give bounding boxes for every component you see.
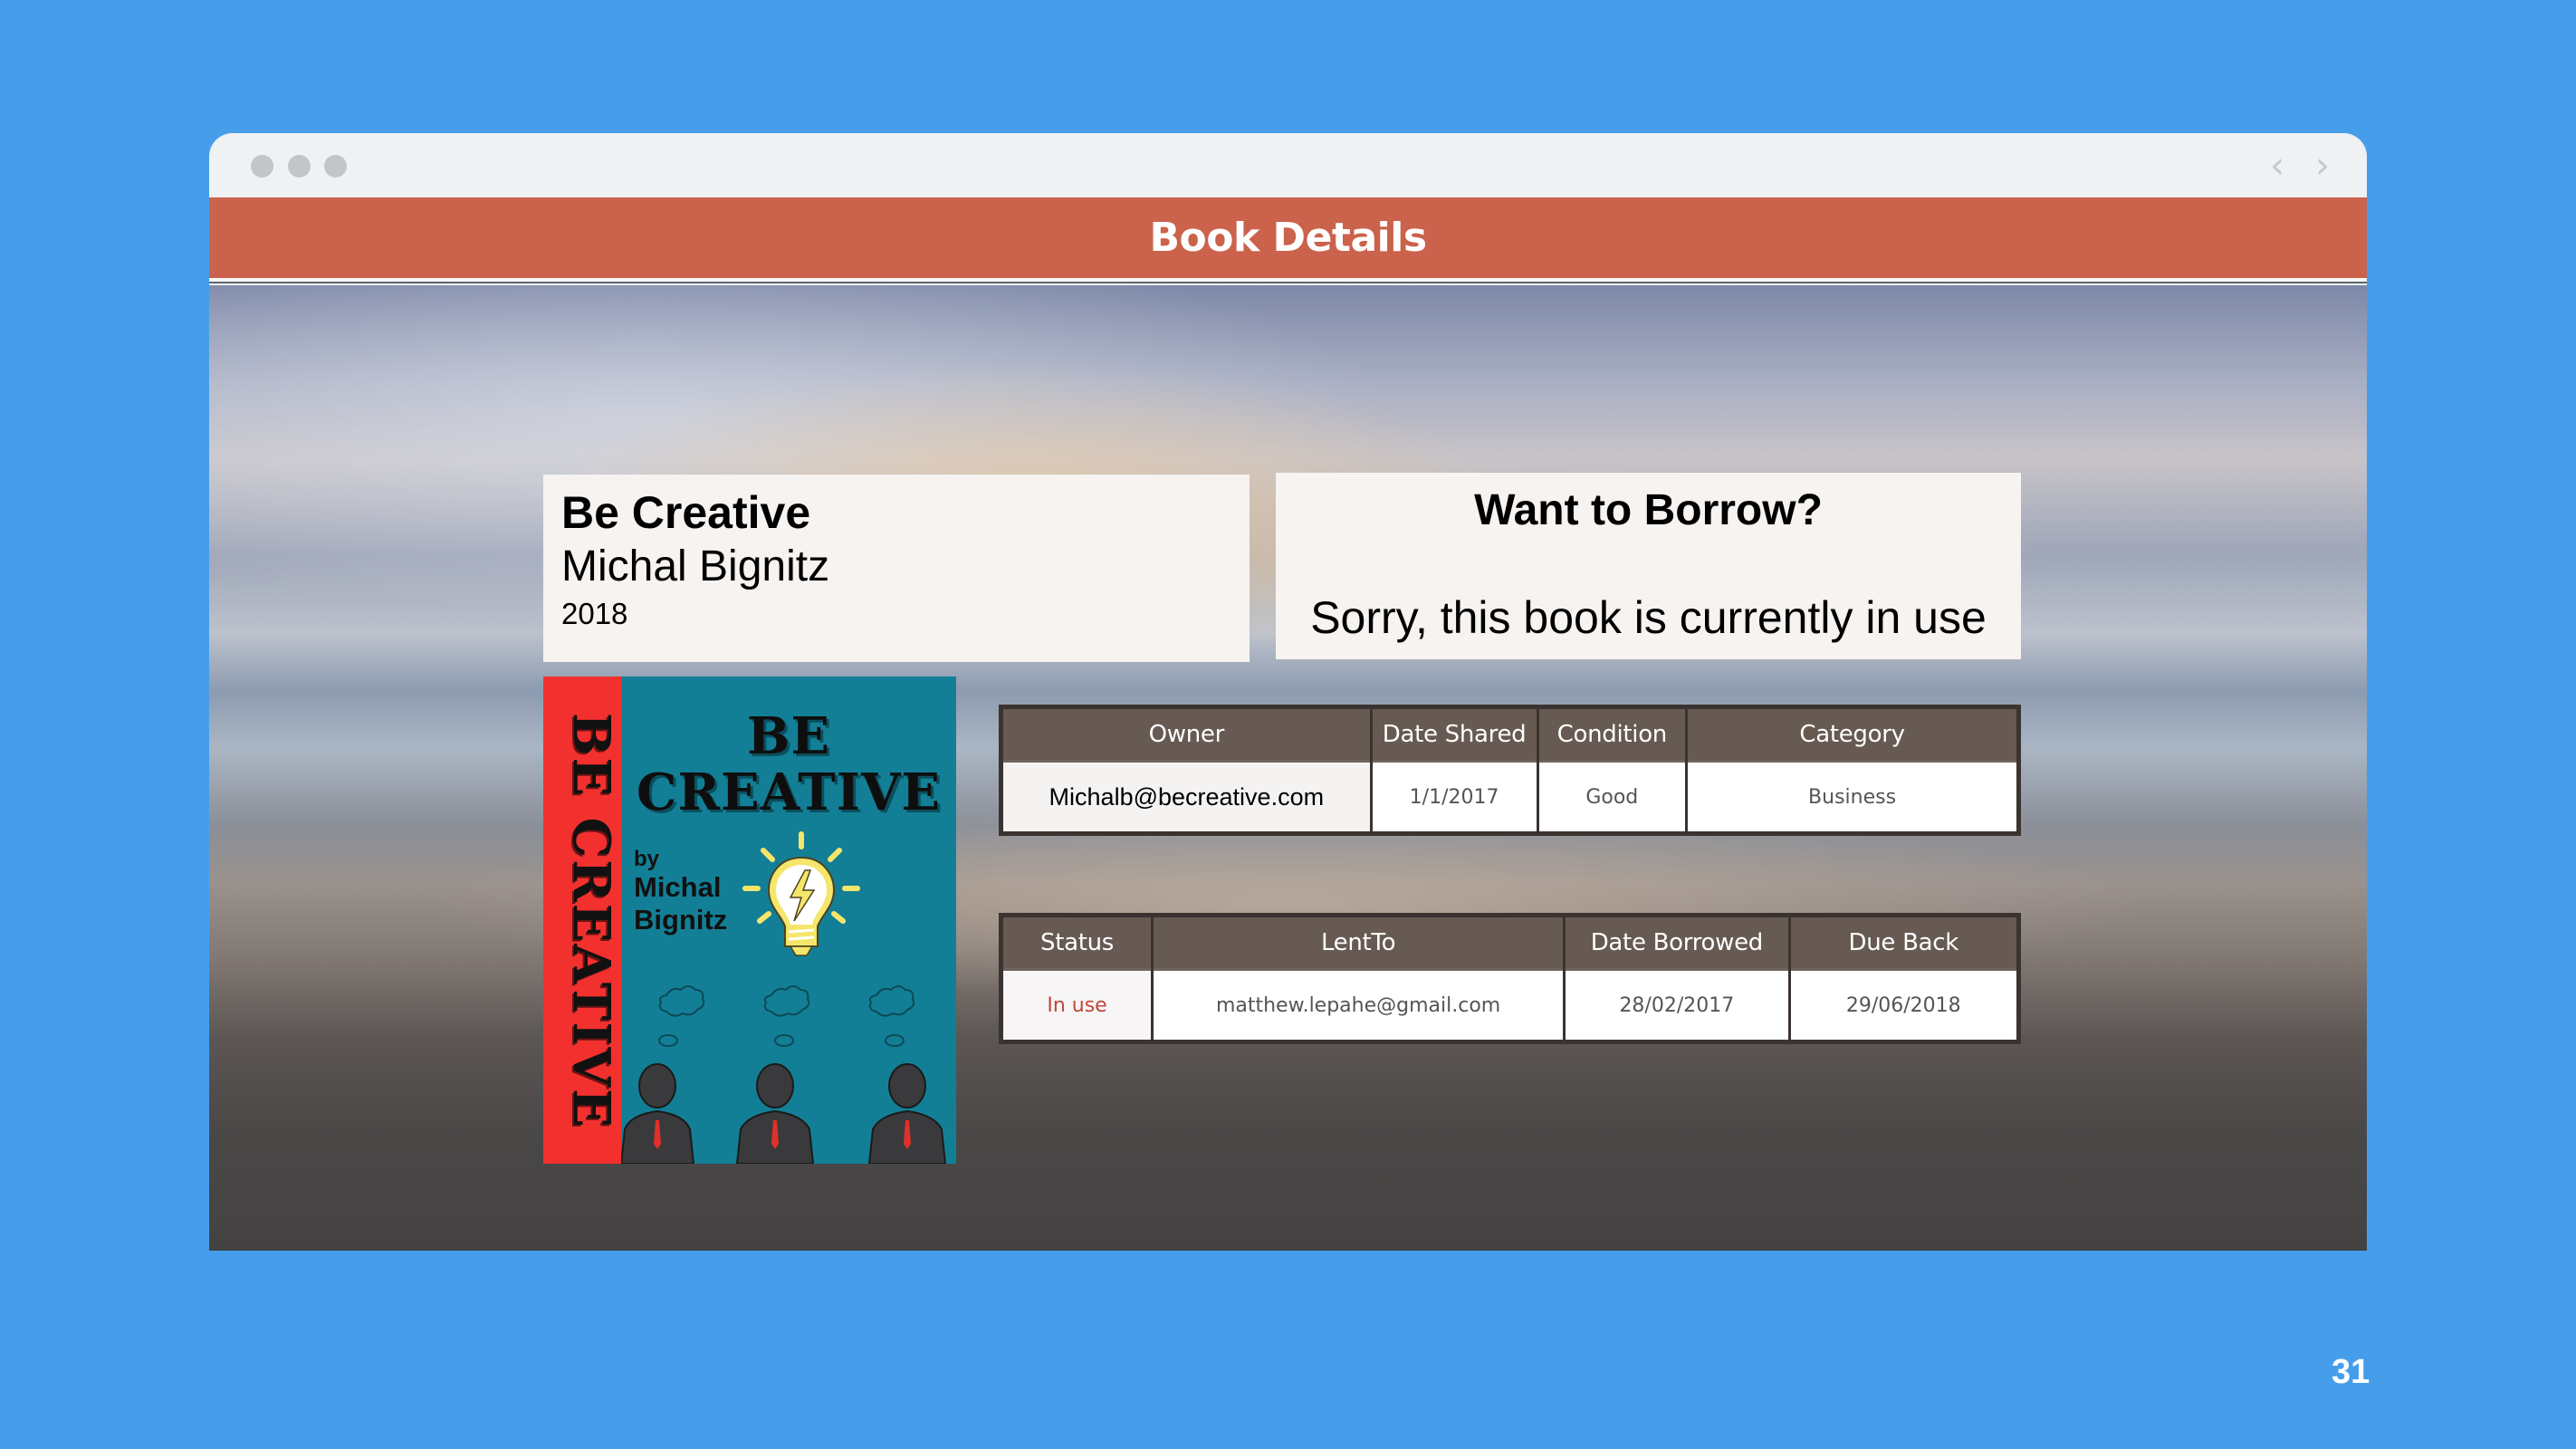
status-cell: In use [1001, 968, 1154, 1042]
page-title: Book Details [1149, 215, 1427, 261]
condition-cell: Good [1537, 760, 1689, 834]
header-divider [209, 278, 2367, 283]
borrow-card: Want to Borrow? Sorry, this book is curr… [1276, 473, 2021, 659]
column-header-category: Category [1686, 706, 2019, 762]
beach-background-image: Be Creative Michal Bignitz 2018 Want to … [209, 285, 2367, 1251]
column-header-status: Status [1001, 915, 1154, 970]
book-title: Be Creative [561, 487, 811, 538]
spine-title: BE CREATIVE [561, 713, 621, 1129]
window-maximize-dot[interactable] [324, 155, 347, 178]
column-header-date-shared: Date Shared [1371, 706, 1539, 762]
borrow-heading: Want to Borrow? [1474, 486, 1823, 534]
category-cell: Business [1686, 760, 2019, 834]
cover-by-label: by [634, 847, 660, 871]
book-year: 2018 [561, 597, 628, 630]
lightbulb-icon [742, 831, 860, 956]
column-header-owner: Owner [1001, 706, 1373, 762]
column-header-date-borrowed: Date Borrowed [1564, 915, 1791, 970]
column-header-due-back: Due Back [1789, 915, 2019, 970]
browser-window: ‹ › Book Details Be Creative Michal Bign… [209, 133, 2367, 1251]
borrow-status-message: Sorry, this book is currently in use [1310, 592, 1987, 643]
table-header-row: Status LentTo Date Borrowed Due Back [1001, 915, 2019, 970]
loan-table: Status LentTo Date Borrowed Due Back In … [999, 913, 2021, 1044]
due-back-cell: 29/06/2018 [1789, 968, 2019, 1042]
date-borrowed-cell: 28/02/2017 [1564, 968, 1791, 1042]
column-header-condition: Condition [1537, 706, 1689, 762]
cover-author-line-1: Michal [634, 871, 722, 903]
lent-to-cell: matthew.lepahe@gmail.com [1152, 968, 1566, 1042]
back-arrow-icon[interactable]: ‹ [2259, 146, 2295, 186]
table-row: In use matthew.lepahe@gmail.com 28/02/20… [1001, 968, 2019, 1042]
book-author: Michal Bignitz [561, 542, 830, 590]
book-info-card: Be Creative Michal Bignitz 2018 [543, 475, 1250, 662]
book-cover-spine: BE CREATIVE [543, 677, 621, 1164]
cover-title-line-1: BE [746, 706, 830, 766]
window-minimize-dot[interactable] [288, 155, 311, 178]
table-header-row: Owner Date Shared Condition Category [1001, 706, 2019, 762]
page-header: Book Details [209, 197, 2367, 278]
people-illustration [621, 985, 947, 1164]
window-close-dot[interactable] [251, 155, 273, 178]
column-header-lent-to: LentTo [1152, 915, 1566, 970]
book-details-table: Owner Date Shared Condition Category Mic… [999, 705, 2021, 836]
owner-email-cell: Michalb@becreative.com [1001, 760, 1373, 834]
forward-arrow-icon[interactable]: › [2304, 146, 2341, 186]
table-row: Michalb@becreative.com 1/1/2017 Good Bus… [1001, 760, 2019, 834]
cover-title: BE CREATIVE [621, 708, 956, 820]
cover-title-line-2: CREATIVE [636, 763, 942, 822]
book-cover-image: BE CREATIVE BE CREATIVE by Michal Bignit… [543, 677, 956, 1164]
slide-page-number: 31 [2332, 1353, 2370, 1391]
window-titlebar: ‹ › [209, 133, 2367, 197]
date-shared-cell: 1/1/2017 [1371, 760, 1539, 834]
cover-author: Michal Bignitz [634, 871, 727, 936]
cover-author-line-2: Bignitz [634, 904, 728, 936]
